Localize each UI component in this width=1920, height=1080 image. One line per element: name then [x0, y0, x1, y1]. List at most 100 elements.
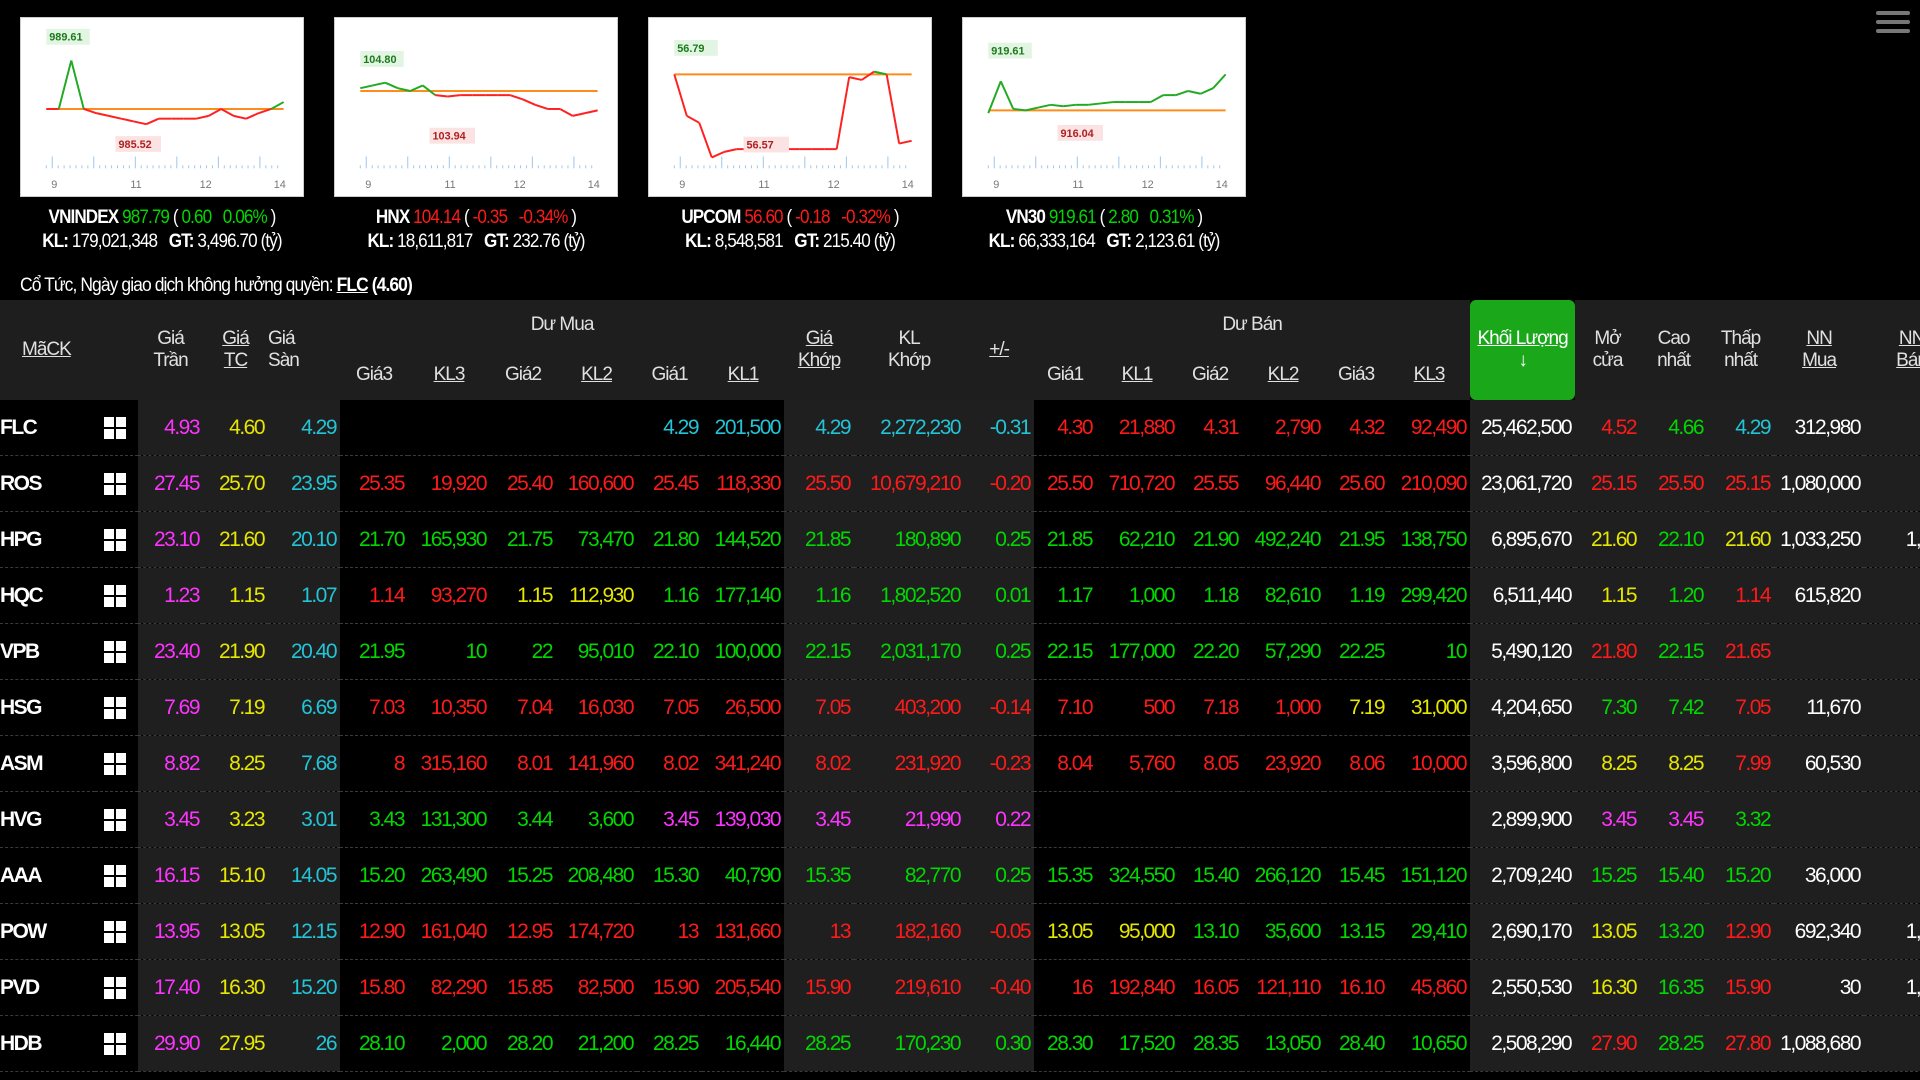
dividend-symbol-link[interactable]: FLC — [337, 275, 369, 296]
price-change: 0.25 — [964, 847, 1035, 904]
bid-price: 15.30 — [637, 847, 703, 904]
stock-row[interactable]: AAA 16.15 15.10 14.05 15.20 263,490 15.25 208,4… — [0, 847, 1920, 904]
match-volume: 219,610 — [854, 959, 965, 1016]
ask-price: 15.45 — [1324, 847, 1389, 904]
stock-row[interactable]: HVG 3.45 3.23 3.01 3.43 131,300 3.44 3,600 3.45 1… — [0, 791, 1920, 848]
match-volume: 82,770 — [854, 847, 965, 904]
grid-icon — [103, 696, 126, 719]
index-change: 0.60 — [181, 207, 213, 228]
stock-symbol[interactable]: FLC — [0, 400, 95, 456]
chart-grid-button[interactable] — [95, 735, 139, 792]
col-ref[interactable]: Giá TC — [203, 300, 269, 400]
stock-row[interactable]: PVD 17.40 16.30 15.20 15.80 82,290 15.85 82,500… — [0, 959, 1920, 1016]
high-price: 16.35 — [1640, 959, 1708, 1016]
chart-grid-button[interactable] — [95, 847, 139, 904]
col-foreign-sell[interactable]: NNBán — [1864, 300, 1920, 400]
match-price: 13 — [784, 903, 855, 960]
ask-col-kl3[interactable]: KL3 — [1388, 350, 1471, 400]
stock-row[interactable]: POW 13.95 13.05 12.15 12.90 161,040 12.95 174,7… — [0, 903, 1920, 960]
menu-icon[interactable] — [1876, 6, 1910, 36]
index-line-segment — [1187, 90, 1201, 95]
bid-col-kl2[interactable]: KL2 — [556, 350, 638, 400]
low-label: 56.57 — [746, 140, 773, 152]
stock-symbol[interactable]: PVD — [0, 959, 95, 1016]
chart-grid-button[interactable] — [95, 623, 139, 680]
stock-row[interactable]: HPG 23.10 21.60 20.10 21.70 165,930 21.75 73,47… — [0, 511, 1920, 568]
stock-symbol[interactable]: POW — [0, 903, 95, 960]
chart-grid-button[interactable] — [95, 679, 139, 736]
index-card-upcom[interactable]: 56.79 56.57 9 11 12 14 UPCOM 56.60 ( -0.18 … — [648, 17, 932, 253]
stock-row[interactable]: HQC 1.23 1.15 1.07 1.14 93,270 1.15 112,930 1.16… — [0, 567, 1920, 624]
col-change[interactable]: +/- — [964, 300, 1035, 400]
total-volume: 4,204,650 — [1470, 679, 1576, 736]
index-line-segment — [1050, 103, 1064, 108]
bid-col-kl1[interactable]: KL1 — [702, 350, 785, 400]
chart-grid-button[interactable] — [95, 959, 139, 1016]
stock-symbol[interactable]: VPB — [0, 623, 95, 680]
col-symbol[interactable]: MãCK — [0, 300, 139, 400]
index-card-hnx[interactable]: 104.80 103.94 9 11 12 14 HNX 104.14 ( -0.35… — [334, 17, 618, 253]
chart-grid-button[interactable] — [95, 567, 139, 624]
chart-grid-button[interactable] — [95, 791, 139, 848]
foreign-sell: 405, — [1864, 455, 1920, 512]
bid-col-kl3[interactable]: KL3 — [408, 350, 491, 400]
stock-symbol[interactable]: HVG — [0, 791, 95, 848]
chart-grid-button[interactable] — [95, 400, 139, 456]
stock-symbol[interactable]: ASM — [0, 735, 95, 792]
bid-volume: 82,500 — [556, 959, 638, 1016]
total-volume: 23,061,720 — [1470, 455, 1576, 512]
foreign-buy: 11,670 — [1774, 679, 1865, 736]
bid-price: 12.95 — [490, 903, 557, 960]
bid-price: 8.01 — [490, 735, 557, 792]
chart-grid-button[interactable] — [95, 903, 139, 960]
index-chart[interactable]: 56.79 56.57 9 11 12 14 — [648, 17, 932, 197]
stock-symbol[interactable]: HSG — [0, 679, 95, 736]
stock-row[interactable]: VPB 23.40 21.90 20.40 21.95 10 22 95,010 22.10 10… — [0, 623, 1920, 680]
bid-volume: 205,540 — [702, 959, 785, 1016]
ask-volume: 1,000 — [1096, 567, 1179, 624]
ask-price: 13.10 — [1178, 903, 1243, 960]
bid-price: 22 — [490, 623, 557, 680]
bid-price: 21.95 — [340, 623, 409, 680]
chart-grid-button[interactable] — [95, 455, 139, 512]
index-volume: 8,548,581 — [714, 231, 784, 252]
index-line-segment — [1063, 103, 1076, 108]
index-chart[interactable]: 989.61 985.52 9 11 12 14 — [20, 17, 304, 197]
open-price: 21.80 — [1575, 623, 1641, 680]
ask-volume: 500 — [1096, 679, 1179, 736]
stock-row[interactable]: HDB 29.90 27.95 26 28.10 2,000 28.20 21,200 28.2… — [0, 1015, 1920, 1072]
time-tick-label: 11 — [130, 179, 141, 191]
foreign-sell: 712, — [1864, 1015, 1920, 1072]
stock-symbol[interactable]: HDB — [0, 1015, 95, 1072]
ask-price: 8.06 — [1324, 735, 1389, 792]
stock-row[interactable]: ASM 8.82 8.25 7.68 8 315,160 8.01 141,960 8.02 34… — [0, 735, 1920, 792]
stock-symbol[interactable]: HQC — [0, 567, 95, 624]
col-match-price[interactable]: Giá Khớp — [784, 300, 855, 400]
index-card-vn30[interactable]: 919.61 916.04 9 11 12 14 VN30 919.61 ( 2.80… — [962, 17, 1246, 253]
open-price: 4.52 — [1575, 400, 1641, 456]
bid-price: 15.25 — [490, 847, 557, 904]
low-price: 15.90 — [1707, 959, 1775, 1016]
stock-row[interactable]: ROS 27.45 25.70 23.95 25.35 19,920 25.40 160,60… — [0, 455, 1920, 512]
stock-symbol[interactable]: AAA — [0, 847, 95, 904]
index-line-segment — [270, 101, 285, 110]
high-price: 15.40 — [1640, 847, 1708, 904]
ask-col-kl1[interactable]: KL1 — [1096, 350, 1179, 400]
open-price: 8.25 — [1575, 735, 1641, 792]
chart-grid-button[interactable] — [95, 1015, 139, 1072]
ceiling-price: 1.23 — [138, 567, 204, 624]
col-total-volume[interactable]: Khối Lượng ↓ — [1470, 300, 1576, 400]
col-foreign-buy[interactable]: NN Mua — [1774, 300, 1865, 400]
stock-row[interactable]: FLC 4.93 4.60 4.29 4.29 201,500 4.29 2,272,230-… — [0, 400, 1920, 456]
stock-symbol[interactable]: HPG — [0, 511, 95, 568]
ask-col-kl2[interactable]: KL2 — [1242, 350, 1325, 400]
index-card-vnindex[interactable]: 989.61 985.52 9 11 12 14 VNINDEX 987.79 ( 0… — [20, 17, 304, 253]
stock-row[interactable]: HSG 7.69 7.19 6.69 7.03 10,350 7.04 16,030 7.05 2… — [0, 679, 1920, 736]
index-chart[interactable]: 104.80 103.94 9 11 12 14 — [334, 17, 618, 197]
bid-volume: 208,480 — [556, 847, 638, 904]
index-chart[interactable]: 919.61 916.04 9 11 12 14 — [962, 17, 1246, 197]
bid-volume: 118,330 — [702, 455, 785, 512]
chart-grid-button[interactable] — [95, 511, 139, 568]
ask-price: 7.19 — [1324, 679, 1389, 736]
stock-symbol[interactable]: ROS — [0, 455, 95, 512]
